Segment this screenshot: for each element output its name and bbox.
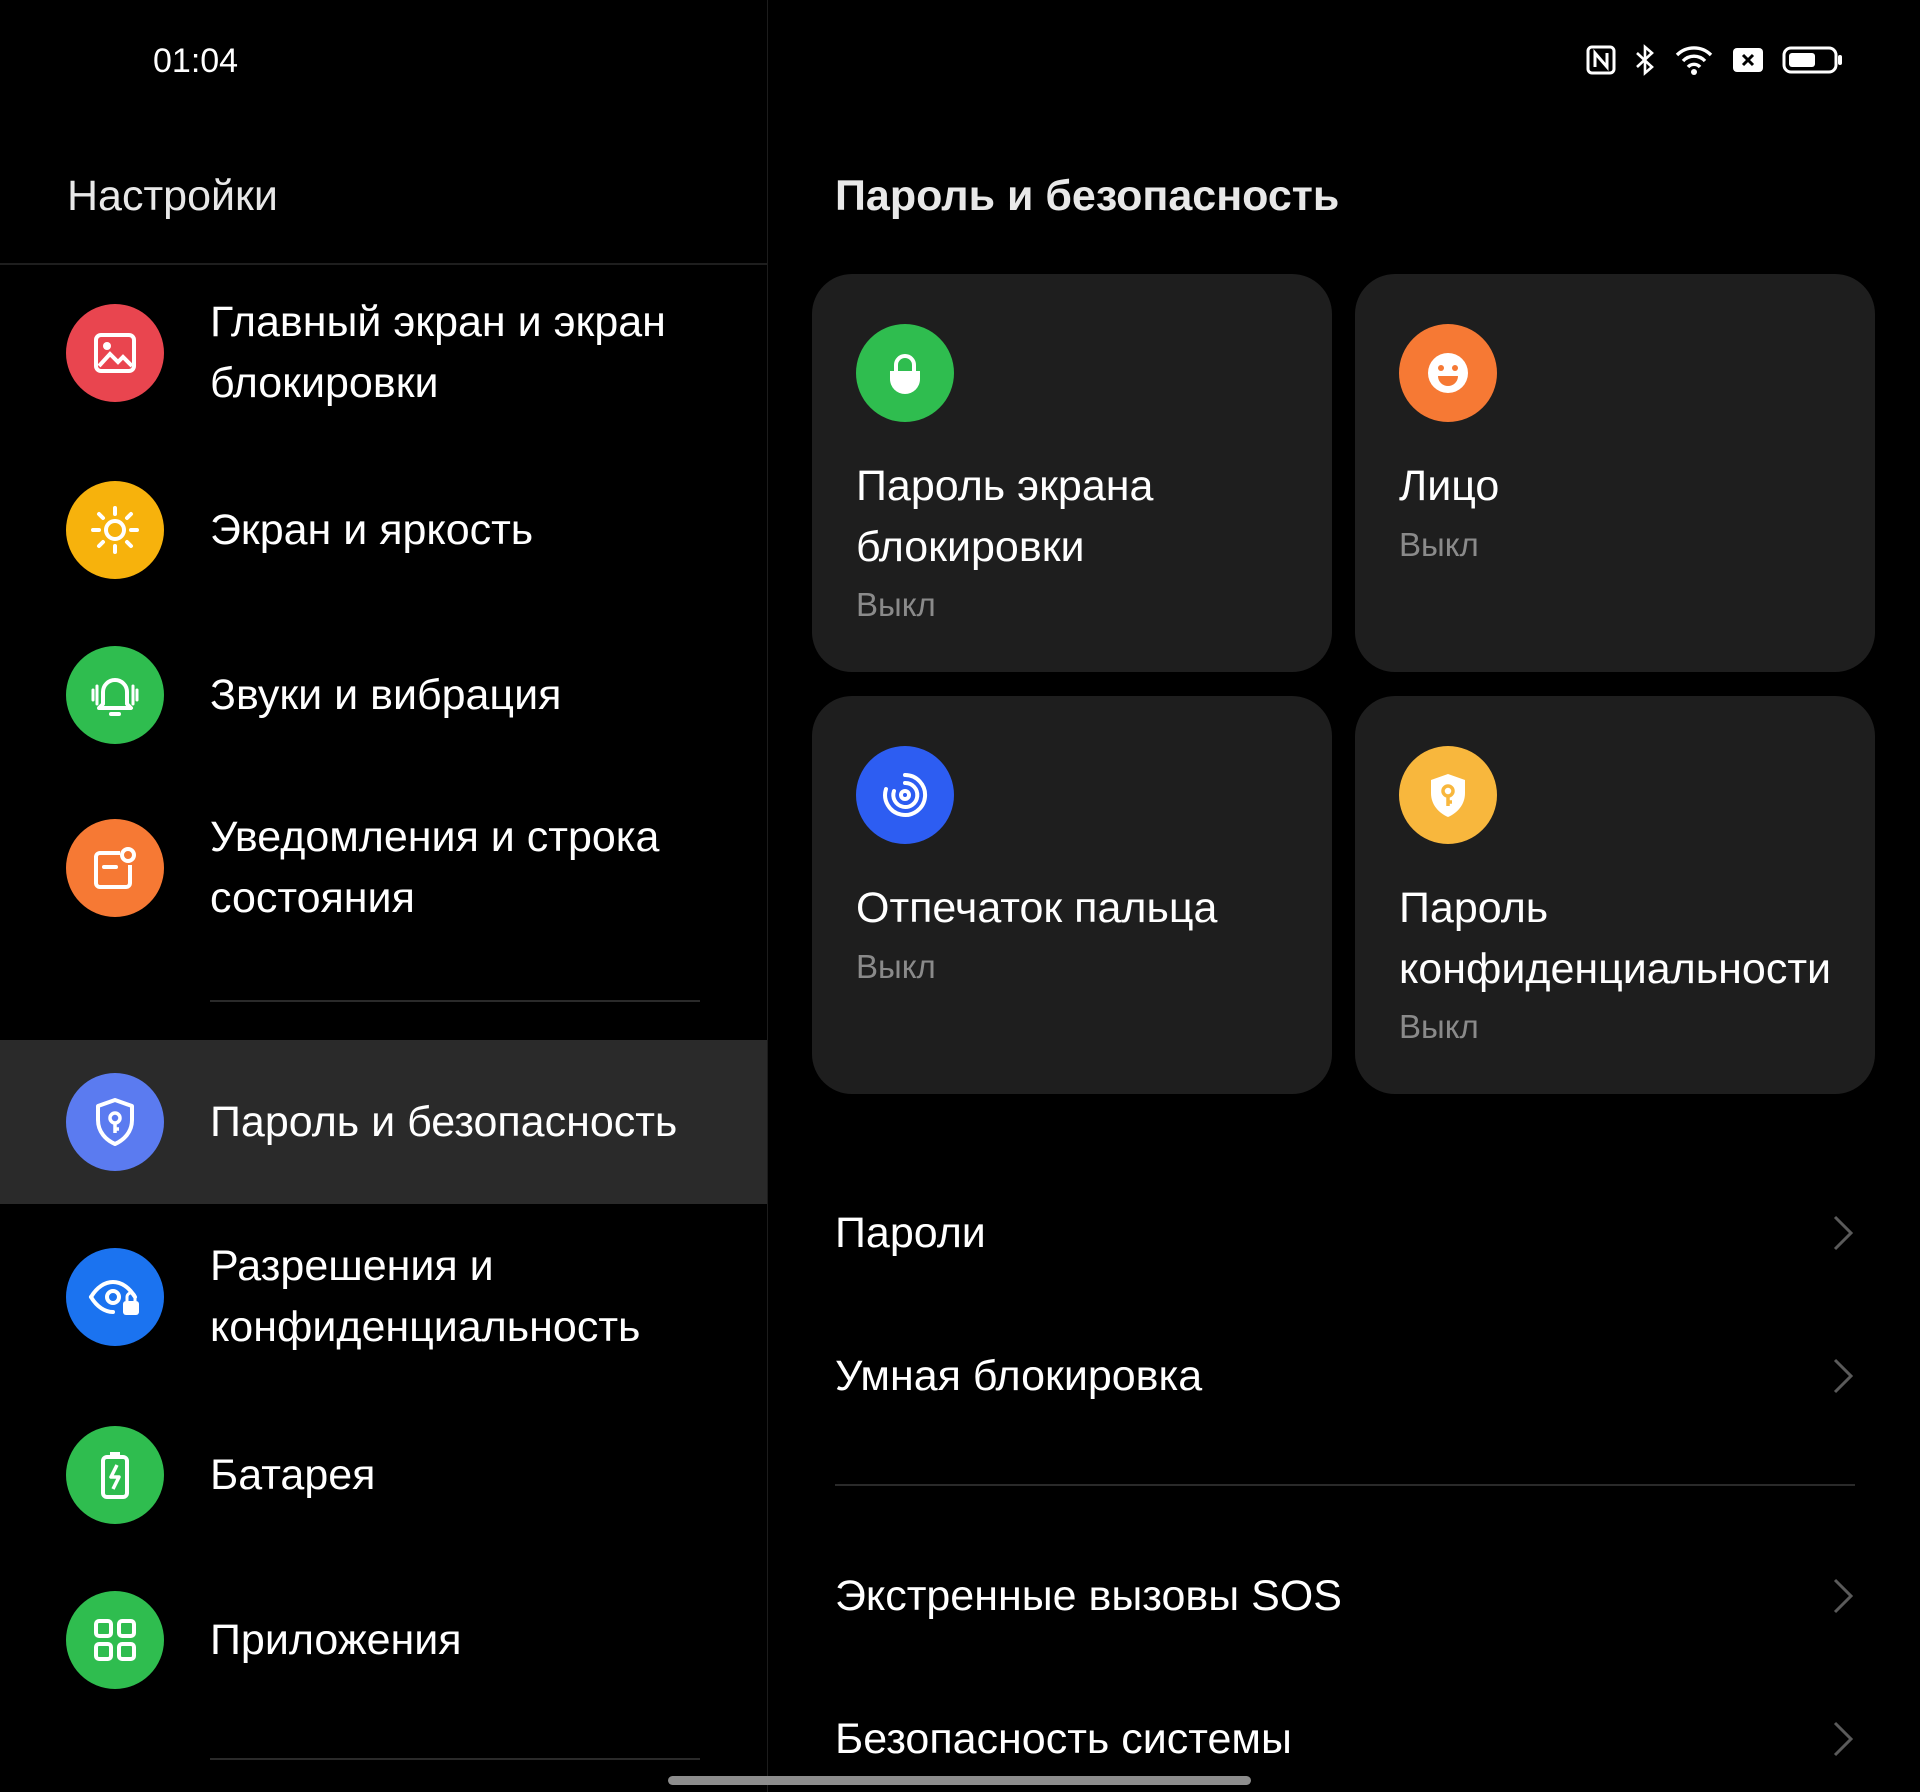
card-privacy-password[interactable]: Пароль конфиденциальности Выкл	[1355, 696, 1875, 1094]
nfc-icon	[1586, 45, 1616, 75]
page-title: Пароль и безопасность	[835, 172, 1340, 220]
sidebar-item-apps[interactable]: Приложения	[0, 1570, 767, 1710]
sidebar-item-label: Уведомления и строка состояния	[210, 813, 660, 922]
bluetooth-icon	[1634, 44, 1656, 76]
row-label: Экстренные вызовы SOS	[835, 1571, 1342, 1620]
card-title: Пароль конфиденциальности	[1399, 884, 1832, 993]
card-title: Отпечаток пальца	[856, 884, 1218, 932]
wifi-icon	[1674, 44, 1714, 76]
row-label: Безопасность системы	[835, 1714, 1292, 1763]
bell-icon	[66, 646, 164, 744]
sidebar-item-label: Главный экран и экран блокировки	[210, 298, 666, 407]
list-divider	[835, 1484, 1855, 1486]
lock-icon	[856, 324, 954, 422]
row-system-security[interactable]: Безопасность системы	[835, 1689, 1855, 1789]
chevron-right-icon	[1831, 1213, 1855, 1258]
sidebar-item-permissions-privacy[interactable]: Разрешения и конфиденциальность	[0, 1214, 767, 1384]
sidebar-title: Настройки	[67, 172, 278, 220]
card-status: Выкл	[1399, 526, 1479, 563]
notification-icon	[66, 819, 164, 917]
sidebar-item-label: Разрешения и конфиденциальность	[210, 1242, 641, 1351]
battery-icon	[1782, 45, 1844, 75]
row-label: Пароли	[835, 1208, 986, 1257]
chevron-right-icon	[1831, 1356, 1855, 1401]
apps-grid-icon	[66, 1591, 164, 1689]
sidebar-item-notifications-statusbar[interactable]: Уведомления и строка состояния	[0, 785, 767, 955]
card-status: Выкл	[856, 948, 936, 985]
row-passwords[interactable]: Пароли	[835, 1183, 1855, 1283]
sidebar-item-sounds-vibration[interactable]: Звуки и вибрация	[0, 625, 767, 765]
face-icon	[1399, 324, 1497, 422]
sidebar-divider	[210, 1758, 700, 1760]
sidebar-item-display-brightness[interactable]: Экран и яркость	[0, 460, 767, 600]
sidebar-item-label: Батарея	[210, 1451, 376, 1499]
row-label: Умная блокировка	[835, 1351, 1203, 1400]
brightness-icon	[66, 481, 164, 579]
chevron-right-icon	[1831, 1719, 1855, 1764]
sidebar-item-home-lock-screen[interactable]: Главный экран и экран блокировки	[0, 270, 767, 440]
sidebar-item-label: Экран и яркость	[210, 506, 534, 554]
battery-charge-icon	[66, 1426, 164, 1524]
sim-off-icon	[1732, 46, 1764, 74]
eye-lock-icon	[66, 1248, 164, 1346]
shield-key-icon	[66, 1073, 164, 1171]
card-fingerprint[interactable]: Отпечаток пальца Выкл	[812, 696, 1332, 1094]
sidebar-divider	[210, 1000, 700, 1002]
sidebar-item-label: Пароль и безопасность	[210, 1098, 678, 1146]
card-status: Выкл	[856, 586, 936, 623]
fingerprint-icon	[856, 746, 954, 844]
row-smart-lock[interactable]: Умная блокировка	[835, 1326, 1855, 1426]
status-icons	[1586, 44, 1844, 76]
pane-divider	[767, 0, 768, 1792]
card-title: Лицо	[1399, 462, 1500, 510]
sidebar-header-divider	[0, 263, 767, 265]
sidebar-item-battery[interactable]: Батарея	[0, 1405, 767, 1545]
card-title: Пароль экрана блокировки	[856, 462, 1154, 571]
row-emergency-sos[interactable]: Экстренные вызовы SOS	[835, 1546, 1855, 1646]
card-lock-screen-password[interactable]: Пароль экрана блокировки Выкл	[812, 274, 1332, 672]
sidebar-item-label: Звуки и вибрация	[210, 671, 562, 719]
privacy-key-icon	[1399, 746, 1497, 844]
sidebar-item-label: Приложения	[210, 1616, 462, 1664]
card-status: Выкл	[1399, 1008, 1479, 1045]
wallpaper-icon	[66, 304, 164, 402]
card-face[interactable]: Лицо Выкл	[1355, 274, 1875, 672]
home-indicator[interactable]	[668, 1776, 1251, 1785]
chevron-right-icon	[1831, 1576, 1855, 1621]
sidebar-item-password-security[interactable]: Пароль и безопасность	[0, 1040, 767, 1204]
